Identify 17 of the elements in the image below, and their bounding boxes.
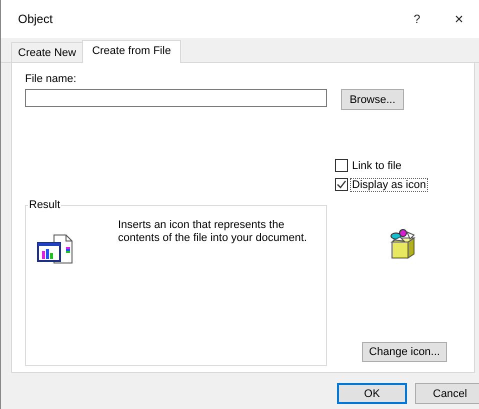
checkbox[interactable] [335, 159, 348, 172]
close-button[interactable]: × [439, 4, 479, 34]
dialog-button[interactable]: OK [337, 383, 407, 404]
change-icon-button[interactable]: Change icon... [362, 342, 447, 362]
package-icon [388, 228, 418, 260]
window-title: Object [18, 12, 53, 26]
file-name-label: File name: [25, 73, 78, 85]
checkbox[interactable] [335, 178, 348, 191]
dialog-button[interactable]: Cancel [415, 383, 479, 404]
tab[interactable]: Create New [11, 42, 84, 62]
browse-button[interactable]: Browse... [341, 89, 404, 110]
checkbox-option[interactable]: Link to file [335, 156, 404, 175]
help-button[interactable]: ? [397, 4, 437, 34]
result-description: Inserts an icon that represents the contents of the file into your document. [118, 219, 308, 245]
tab[interactable]: Create from File [82, 40, 181, 63]
group-title: Result [28, 199, 62, 211]
file-name-field[interactable] [25, 89, 327, 107]
